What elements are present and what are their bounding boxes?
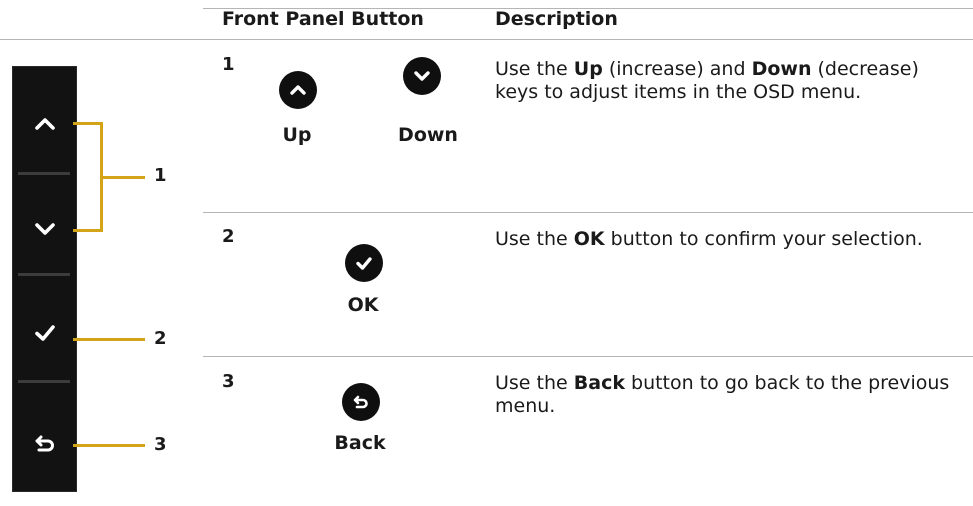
- callout-bracket-bottom: [73, 229, 103, 232]
- panel-up-key: [32, 113, 58, 135]
- down-button: [403, 57, 441, 95]
- panel-back-key: [32, 433, 58, 455]
- row-number: 2: [222, 226, 235, 247]
- callout-line-3: [73, 444, 145, 447]
- panel-separator: [18, 172, 70, 175]
- row-3-description: Use the Back button to go back to the pr…: [495, 372, 950, 417]
- callout-number: 1: [154, 165, 167, 186]
- panel-ok-key: [32, 322, 58, 344]
- panel-down-key: [32, 218, 58, 240]
- back-arrow-icon: [353, 395, 368, 409]
- row-2-rule: [203, 356, 973, 357]
- callout-number: 3: [154, 434, 167, 455]
- back-button: [342, 383, 380, 421]
- row-2-description: Use the OK button to confirm your select…: [495, 228, 923, 250]
- chevron-up-icon: [290, 85, 306, 95]
- up-button-label: Up: [282, 124, 312, 146]
- back-arrow-icon: [35, 435, 54, 452]
- row-1-rule: [203, 212, 973, 213]
- panel-separator: [18, 273, 70, 276]
- callout-line-2: [73, 338, 145, 341]
- callout-bracket-top: [73, 122, 103, 125]
- callout-line-1: [103, 176, 145, 179]
- row-1-description: Use the Up (increase) and Down (decrease…: [495, 58, 919, 103]
- back-button-label: Back: [334, 432, 386, 454]
- callout-number: 2: [154, 328, 167, 349]
- down-button-label: Down: [398, 124, 458, 146]
- check-icon: [356, 257, 372, 270]
- check-icon: [35, 325, 55, 341]
- panel-separator: [18, 380, 70, 383]
- up-button: [279, 71, 317, 109]
- table-header-rule: [0, 39, 973, 40]
- row-number: 1: [222, 54, 235, 75]
- ok-button: [345, 244, 383, 282]
- header-front-panel-button: Front Panel Button: [222, 8, 424, 30]
- chevron-up-icon: [35, 118, 55, 130]
- header-description: Description: [495, 8, 618, 30]
- chevron-down-icon: [414, 71, 430, 81]
- row-number: 3: [222, 371, 235, 392]
- chevron-down-icon: [35, 223, 55, 235]
- ok-button-label: OK: [347, 294, 379, 316]
